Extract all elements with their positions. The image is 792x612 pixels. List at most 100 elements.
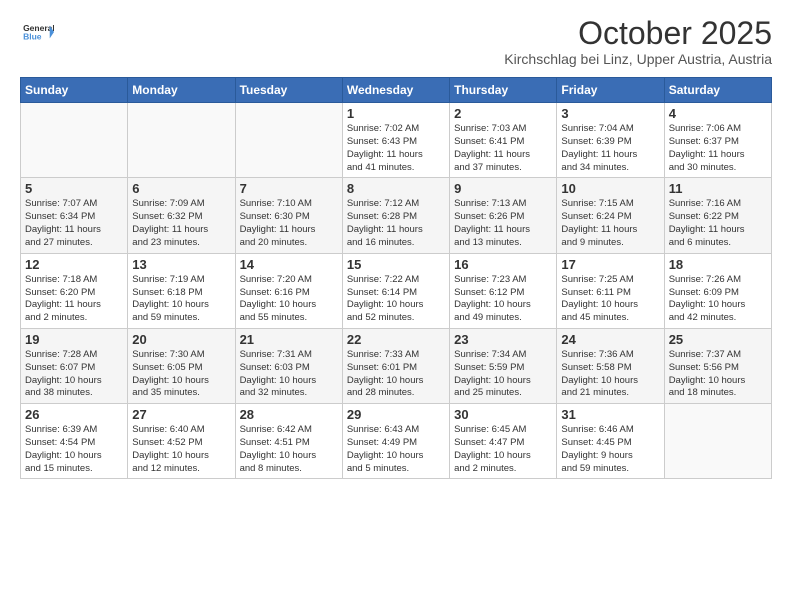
day-number: 31: [561, 407, 659, 422]
day-number: 24: [561, 332, 659, 347]
day-number: 4: [669, 106, 767, 121]
calendar-cell: 19Sunrise: 7:28 AM Sunset: 6:07 PM Dayli…: [21, 328, 128, 403]
day-info: Sunrise: 6:45 AM Sunset: 4:47 PM Dayligh…: [454, 424, 552, 475]
page-header: General Blue October 2025 Kirchschlag be…: [20, 16, 772, 67]
calendar-cell: 2 Sunrise: 7:03 AM Sunset: 6:41 PM Daylig…: [450, 103, 557, 178]
calendar-cell: 16 Sunrise: 7:23 AM Sunset: 6:12 PM Dayli…: [450, 253, 557, 328]
day-info: Sunrise: 7:19 AM Sunset: 6:18 PM Dayligh…: [132, 274, 230, 325]
day-info: Sunrise: 7:12 AM Sunset: 6:28 PM Dayligh…: [347, 198, 445, 249]
day-info: Sunrise: 7:04 AM Sunset: 6:39 PM Dayligh…: [561, 123, 659, 174]
calendar-cell: 31 Sunrise: 6:46 AM Sunset: 4:45 PM Dayli…: [557, 404, 664, 479]
day-info: Sunrise: 7:22 AM Sunset: 6:14 PM Dayligh…: [347, 274, 445, 325]
day-info: Sunrise: 6:43 AM Sunset: 4:49 PM Dayligh…: [347, 424, 445, 475]
calendar-cell: [664, 404, 771, 479]
logo-icon: General Blue: [22, 16, 54, 48]
calendar-cell: 11 Sunrise: 7:16 AM Sunset: 6:22 PM Dayli…: [664, 178, 771, 253]
calendar-cell: 10 Sunrise: 7:15 AM Sunset: 6:24 PM Dayli…: [557, 178, 664, 253]
day-info: Sunrise: 6:46 AM Sunset: 4:45 PM Dayligh…: [561, 424, 659, 475]
day-number: 25: [669, 332, 767, 347]
calendar-cell: 28Sunrise: 6:42 AM Sunset: 4:51 PM Dayli…: [235, 404, 342, 479]
month-title: October 2025: [504, 16, 772, 51]
calendar-table: SundayMondayTuesdayWednesdayThursdayFrid…: [20, 77, 772, 479]
day-info: Sunrise: 7:15 AM Sunset: 6:24 PM Dayligh…: [561, 198, 659, 249]
day-info: Sunrise: 7:30 AM Sunset: 6:05 PM Dayligh…: [132, 349, 230, 400]
calendar-week-row: 5 Sunrise: 7:07 AM Sunset: 6:34 PM Daylig…: [21, 178, 772, 253]
day-number: 16: [454, 257, 552, 272]
weekday-header-cell: Tuesday: [235, 78, 342, 103]
weekday-header-cell: Saturday: [664, 78, 771, 103]
calendar-cell: 15 Sunrise: 7:22 AM Sunset: 6:14 PM Dayli…: [342, 253, 449, 328]
calendar-cell: 8 Sunrise: 7:12 AM Sunset: 6:28 PM Daylig…: [342, 178, 449, 253]
calendar-cell: 23 Sunrise: 7:34 AM Sunset: 5:59 PM Dayli…: [450, 328, 557, 403]
day-number: 9: [454, 181, 552, 196]
calendar-cell: 14 Sunrise: 7:20 AM Sunset: 6:16 PM Dayli…: [235, 253, 342, 328]
day-number: 8: [347, 181, 445, 196]
day-number: 18: [669, 257, 767, 272]
day-info: Sunrise: 7:07 AM Sunset: 6:34 PM Dayligh…: [25, 198, 123, 249]
day-number: 2: [454, 106, 552, 121]
weekday-header-cell: Sunday: [21, 78, 128, 103]
day-number: 12: [25, 257, 123, 272]
day-number: 15: [347, 257, 445, 272]
day-number: 17: [561, 257, 659, 272]
calendar-cell: 22Sunrise: 7:33 AM Sunset: 6:01 PM Dayli…: [342, 328, 449, 403]
day-number: 7: [240, 181, 338, 196]
calendar-cell: [21, 103, 128, 178]
day-info: Sunrise: 7:09 AM Sunset: 6:32 PM Dayligh…: [132, 198, 230, 249]
weekday-header-cell: Friday: [557, 78, 664, 103]
calendar-cell: 5 Sunrise: 7:07 AM Sunset: 6:34 PM Daylig…: [21, 178, 128, 253]
day-info: Sunrise: 7:26 AM Sunset: 6:09 PM Dayligh…: [669, 274, 767, 325]
calendar-week-row: 1 Sunrise: 7:02 AM Sunset: 6:43 PM Daylig…: [21, 103, 772, 178]
calendar-cell: 17 Sunrise: 7:25 AM Sunset: 6:11 PM Dayli…: [557, 253, 664, 328]
day-info: Sunrise: 7:06 AM Sunset: 6:37 PM Dayligh…: [669, 123, 767, 174]
day-info: Sunrise: 6:39 AM Sunset: 4:54 PM Dayligh…: [25, 424, 123, 475]
calendar-cell: [235, 103, 342, 178]
day-number: 14: [240, 257, 338, 272]
weekday-header-cell: Thursday: [450, 78, 557, 103]
calendar-cell: 7 Sunrise: 7:10 AM Sunset: 6:30 PM Daylig…: [235, 178, 342, 253]
calendar-page: General Blue October 2025 Kirchschlag be…: [0, 0, 792, 612]
calendar-cell: 21Sunrise: 7:31 AM Sunset: 6:03 PM Dayli…: [235, 328, 342, 403]
title-block: October 2025 Kirchschlag bei Linz, Upper…: [504, 16, 772, 67]
calendar-cell: 9 Sunrise: 7:13 AM Sunset: 6:26 PM Daylig…: [450, 178, 557, 253]
calendar-week-row: 12Sunrise: 7:18 AM Sunset: 6:20 PM Dayli…: [21, 253, 772, 328]
location-title: Kirchschlag bei Linz, Upper Austria, Aus…: [504, 51, 772, 67]
day-number: 10: [561, 181, 659, 196]
day-info: Sunrise: 7:10 AM Sunset: 6:30 PM Dayligh…: [240, 198, 338, 249]
day-info: Sunrise: 6:42 AM Sunset: 4:51 PM Dayligh…: [240, 424, 338, 475]
day-info: Sunrise: 7:13 AM Sunset: 6:26 PM Dayligh…: [454, 198, 552, 249]
day-info: Sunrise: 7:16 AM Sunset: 6:22 PM Dayligh…: [669, 198, 767, 249]
day-info: Sunrise: 7:23 AM Sunset: 6:12 PM Dayligh…: [454, 274, 552, 325]
day-number: 19: [25, 332, 123, 347]
day-number: 13: [132, 257, 230, 272]
calendar-cell: 25 Sunrise: 7:37 AM Sunset: 5:56 PM Dayli…: [664, 328, 771, 403]
day-info: Sunrise: 6:40 AM Sunset: 4:52 PM Dayligh…: [132, 424, 230, 475]
day-info: Sunrise: 7:02 AM Sunset: 6:43 PM Dayligh…: [347, 123, 445, 174]
day-number: 1: [347, 106, 445, 121]
day-number: 26: [25, 407, 123, 422]
day-number: 5: [25, 181, 123, 196]
calendar-cell: 27 Sunrise: 6:40 AM Sunset: 4:52 PM Dayli…: [128, 404, 235, 479]
day-number: 29: [347, 407, 445, 422]
day-number: 20: [132, 332, 230, 347]
day-number: 11: [669, 181, 767, 196]
calendar-cell: 18 Sunrise: 7:26 AM Sunset: 6:09 PM Dayli…: [664, 253, 771, 328]
day-info: Sunrise: 7:37 AM Sunset: 5:56 PM Dayligh…: [669, 349, 767, 400]
calendar-body: 1 Sunrise: 7:02 AM Sunset: 6:43 PM Daylig…: [21, 103, 772, 479]
day-info: Sunrise: 7:03 AM Sunset: 6:41 PM Dayligh…: [454, 123, 552, 174]
day-number: 23: [454, 332, 552, 347]
day-info: Sunrise: 7:25 AM Sunset: 6:11 PM Dayligh…: [561, 274, 659, 325]
calendar-cell: 20 Sunrise: 7:30 AM Sunset: 6:05 PM Dayli…: [128, 328, 235, 403]
calendar-week-row: 26 Sunrise: 6:39 AM Sunset: 4:54 PM Dayli…: [21, 404, 772, 479]
logo: General Blue: [20, 16, 54, 53]
calendar-cell: 1 Sunrise: 7:02 AM Sunset: 6:43 PM Daylig…: [342, 103, 449, 178]
weekday-header-cell: Monday: [128, 78, 235, 103]
calendar-cell: 29 Sunrise: 6:43 AM Sunset: 4:49 PM Dayli…: [342, 404, 449, 479]
day-info: Sunrise: 7:31 AM Sunset: 6:03 PM Dayligh…: [240, 349, 338, 400]
day-info: Sunrise: 7:36 AM Sunset: 5:58 PM Dayligh…: [561, 349, 659, 400]
day-info: Sunrise: 7:20 AM Sunset: 6:16 PM Dayligh…: [240, 274, 338, 325]
calendar-cell: 13 Sunrise: 7:19 AM Sunset: 6:18 PM Dayli…: [128, 253, 235, 328]
calendar-cell: 6Sunrise: 7:09 AM Sunset: 6:32 PM Daylig…: [128, 178, 235, 253]
day-number: 27: [132, 407, 230, 422]
day-info: Sunrise: 7:34 AM Sunset: 5:59 PM Dayligh…: [454, 349, 552, 400]
